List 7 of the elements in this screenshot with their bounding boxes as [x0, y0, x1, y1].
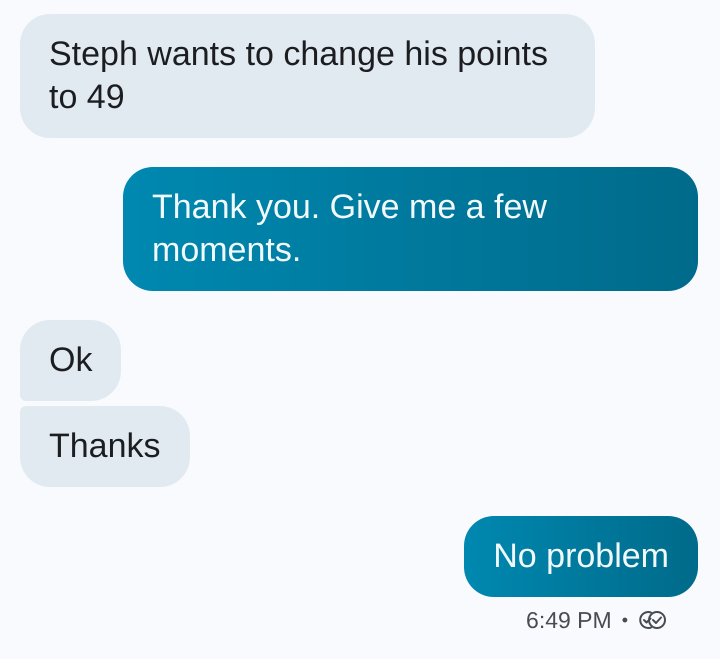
message-bubble: Steph wants to change his points to 49: [20, 14, 595, 138]
message-bubble: Ok: [20, 320, 122, 401]
message-bubble: No problem: [464, 516, 698, 597]
separator-dot: •: [622, 608, 628, 632]
timestamp: 6:49 PM: [526, 606, 612, 635]
message-bubble: Thank you. Give me a few moments.: [123, 167, 698, 291]
message-bubble: Thanks: [20, 406, 190, 487]
